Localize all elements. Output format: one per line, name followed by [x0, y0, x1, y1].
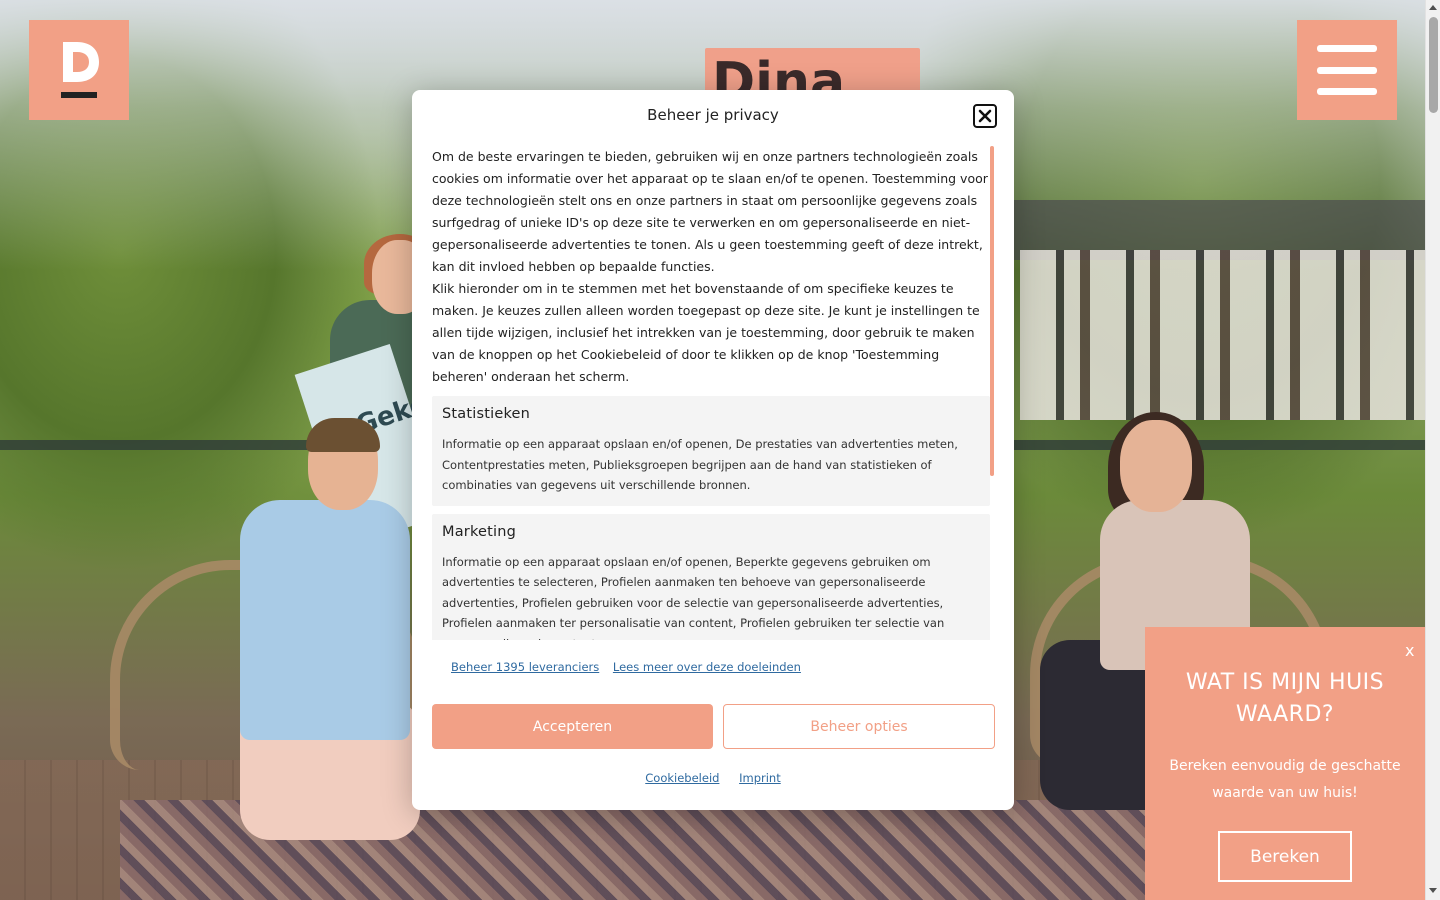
hamburger-icon [1317, 45, 1377, 95]
modal-links-row: Beheer 1395 leveranciers Lees meer over … [451, 660, 811, 674]
site-logo[interactable] [29, 20, 129, 120]
manage-vendors-link[interactable]: Beheer 1395 leveranciers [451, 660, 599, 674]
modal-close-button[interactable] [973, 104, 997, 128]
intro-paragraph-1: Om de beste ervaringen te bieden, gebrui… [432, 149, 988, 274]
scroll-up-arrow-icon[interactable] [1429, 5, 1437, 10]
valuation-widget: x WAT IS MIJN HUIS WAARD? Bereken eenvou… [1145, 627, 1425, 900]
modal-footer-links: Cookiebeleid Imprint [412, 771, 1014, 785]
category-statistieken[interactable]: Statistieken Informatie op een apparaat … [432, 396, 990, 506]
menu-button[interactable] [1297, 20, 1397, 120]
category-description: Informatie op een apparaat opslaan en/of… [442, 437, 958, 492]
purposes-link[interactable]: Lees meer over deze doeleinden [613, 660, 801, 674]
modal-scrollbar-thumb[interactable] [990, 146, 994, 476]
cookie-policy-link[interactable]: Cookiebeleid [645, 771, 719, 785]
accept-button[interactable]: Accepteren [432, 704, 713, 749]
imprint-link[interactable]: Imprint [739, 771, 781, 785]
scroll-down-arrow-icon[interactable] [1429, 888, 1437, 893]
page-scrollbar[interactable] [1425, 0, 1440, 900]
brand-d-logo-icon [61, 42, 99, 98]
scrollbar-thumb[interactable] [1429, 17, 1438, 113]
calculate-button[interactable]: Bereken [1218, 831, 1352, 882]
category-title: Marketing [442, 523, 517, 540]
close-icon [978, 109, 992, 123]
manage-options-button[interactable]: Beheer opties [723, 704, 995, 749]
valuation-subtitle: Bereken eenvoudig de geschatte waarde va… [1169, 758, 1401, 801]
modal-scroll-area[interactable]: Om de beste ervaringen te bieden, gebrui… [432, 146, 990, 640]
valuation-close-button[interactable]: x [1405, 641, 1414, 660]
valuation-title: WAT IS MIJN HUIS WAARD? [1185, 670, 1385, 727]
person-left-body [240, 500, 410, 740]
intro-paragraph-2: Klik hieronder om in te stemmen met het … [432, 281, 980, 384]
privacy-modal: Beheer je privacy Om de beste ervaringen… [412, 90, 1014, 810]
category-description: Informatie op een apparaat opslaan en/of… [442, 554, 945, 641]
person-right-head [1120, 420, 1192, 512]
houses-facade [1020, 250, 1425, 420]
person-left-hair [306, 418, 380, 452]
category-title: Statistieken [442, 406, 531, 422]
modal-title: Beheer je privacy [647, 106, 779, 124]
category-marketing[interactable]: Marketing Informatie op een apparaat ops… [432, 513, 990, 641]
